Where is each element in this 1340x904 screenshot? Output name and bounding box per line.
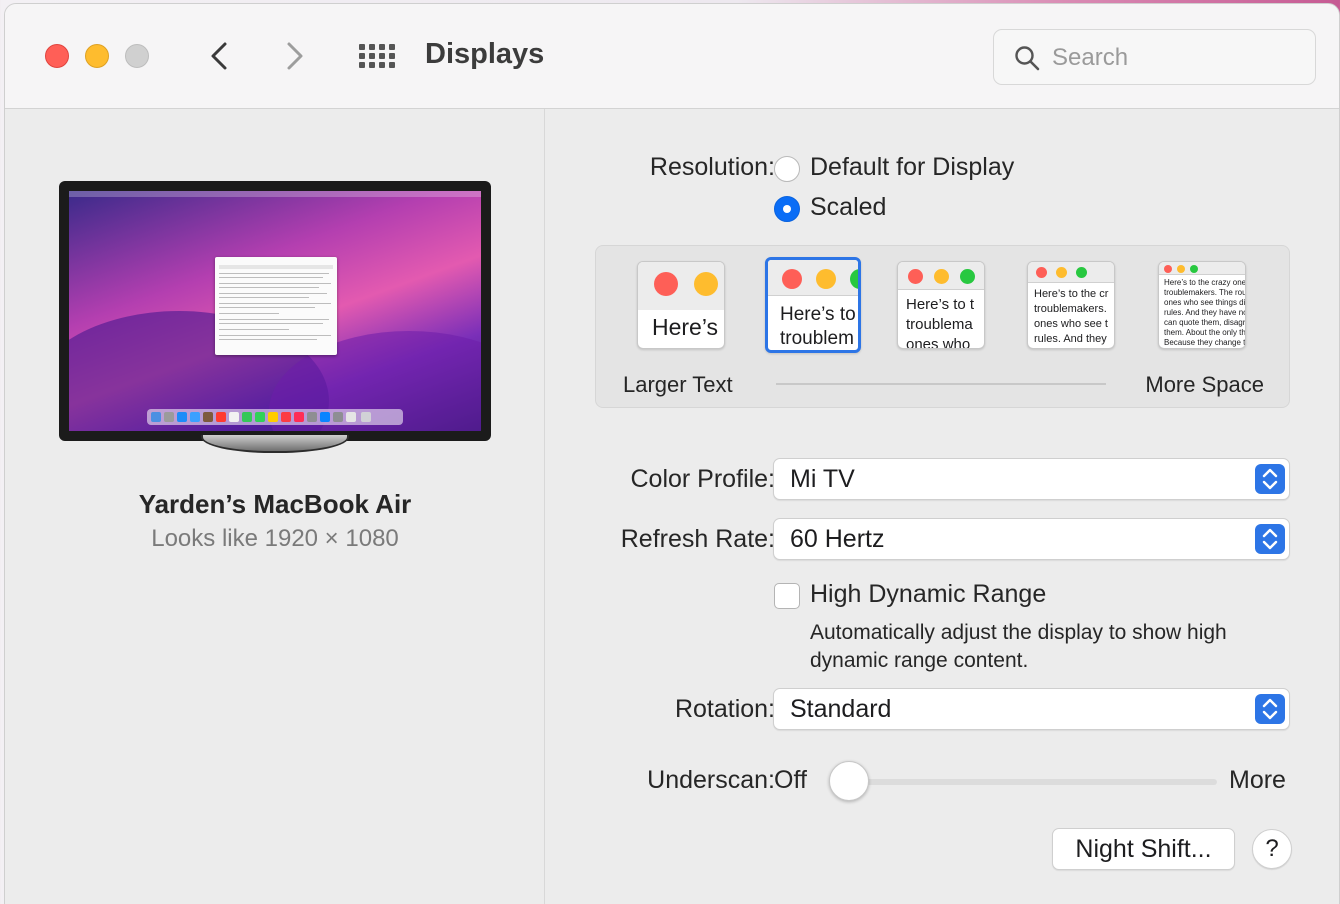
close-window-button[interactable] bbox=[45, 44, 69, 68]
color-profile-value: Mi TV bbox=[790, 465, 855, 493]
scaling-preview-text: troublemakers. bbox=[1034, 303, 1107, 315]
dock-preview bbox=[147, 409, 403, 425]
scaling-option-3[interactable]: Here’s to t troublema ones who bbox=[897, 261, 985, 349]
hdr-checkbox[interactable] bbox=[774, 583, 800, 609]
refresh-rate-value: 60 Hertz bbox=[790, 525, 885, 553]
window-title: Displays bbox=[425, 38, 545, 70]
scaling-preview-text: rules. And they have no bbox=[1164, 308, 1246, 317]
resolution-default-label[interactable]: Default for Display bbox=[810, 153, 1014, 182]
zoom-window-button[interactable] bbox=[125, 44, 149, 68]
scaling-option-2-selected[interactable]: Here’s to troublem bbox=[765, 257, 861, 353]
monitor-image bbox=[59, 181, 491, 456]
scaling-preview-text: them. About the only th bbox=[1164, 328, 1246, 337]
resolution-default-radio[interactable] bbox=[774, 156, 800, 182]
underscan-more-label: More bbox=[1229, 766, 1286, 794]
more-space-label: More Space bbox=[1145, 372, 1264, 397]
underscan-off-label: Off bbox=[774, 766, 807, 794]
document-window-preview bbox=[215, 257, 337, 355]
rotation-value: Standard bbox=[790, 695, 892, 723]
resolution-scaled-radio[interactable] bbox=[774, 196, 800, 222]
hdr-description-line1: Automatically adjust the display to show… bbox=[810, 621, 1227, 644]
resolution-label: Resolution: bbox=[649, 153, 775, 181]
search-field[interactable] bbox=[993, 29, 1316, 85]
hdr-label[interactable]: High Dynamic Range bbox=[810, 580, 1046, 609]
chevron-right-icon bbox=[287, 42, 303, 70]
title-bar: Displays bbox=[5, 4, 1339, 109]
scaling-option-more-space[interactable]: Here’s to the crazy one troublemakers. T… bbox=[1158, 261, 1246, 349]
scaling-preview-text: Here’s to the cr bbox=[1034, 288, 1109, 300]
minimize-window-button[interactable] bbox=[85, 44, 109, 68]
scaling-preview-text: Here’s to the crazy one bbox=[1164, 278, 1246, 287]
monitor-bezel bbox=[59, 181, 491, 441]
desktop-wallpaper-preview bbox=[69, 191, 481, 431]
scaling-preview-text: troublema bbox=[906, 316, 973, 333]
back-button[interactable] bbox=[201, 38, 237, 74]
popup-stepper-icon bbox=[1255, 464, 1285, 494]
system-preferences-window: Displays Search Yarden’s MacBook Air Loo… bbox=[4, 3, 1340, 904]
color-profile-popup[interactable]: Mi TV bbox=[773, 458, 1290, 500]
display-preview-pane: Yarden’s MacBook Air Looks like 1920 × 1… bbox=[5, 109, 545, 904]
monitor-stand bbox=[201, 435, 349, 453]
scaling-option-4[interactable]: Here’s to the cr troublemakers. ones who… bbox=[1027, 261, 1115, 349]
night-shift-button[interactable]: Night Shift... bbox=[1052, 828, 1235, 870]
scaling-preview-text: can quote them, disagre bbox=[1164, 318, 1246, 327]
scaling-option-larger-text[interactable]: Here’s bbox=[637, 261, 725, 349]
forward-button[interactable] bbox=[277, 38, 313, 74]
scaling-preview-text: Because they change th bbox=[1164, 338, 1246, 347]
scaling-preview-text: ones who see things dif bbox=[1164, 298, 1246, 307]
underscan-label: Underscan: bbox=[647, 766, 775, 794]
scaling-preview-text: ones who see t bbox=[1034, 318, 1108, 330]
scaling-preview-text: Here’s bbox=[652, 314, 719, 340]
chevron-left-icon bbox=[211, 42, 227, 70]
larger-text-label: Larger Text bbox=[623, 372, 733, 397]
hdr-description-line2: dynamic range content. bbox=[810, 649, 1029, 672]
scaling-preview-text: Here’s to t bbox=[906, 296, 975, 313]
color-profile-label: Color Profile: bbox=[630, 465, 776, 493]
underscan-slider-knob[interactable] bbox=[829, 761, 869, 801]
popup-stepper-icon bbox=[1255, 694, 1285, 724]
scaling-preview-text: troublem bbox=[780, 328, 854, 349]
display-settings-pane: Resolution: Default for Display Scaled H… bbox=[545, 109, 1339, 904]
scaling-preview-text: rules. And they bbox=[1034, 333, 1107, 345]
scaling-preview-text: Here’s to bbox=[780, 304, 856, 325]
device-name: Yarden’s MacBook Air bbox=[138, 489, 412, 519]
rotation-popup[interactable]: Standard bbox=[773, 688, 1290, 730]
rotation-label: Rotation: bbox=[674, 695, 775, 723]
menubar-preview bbox=[69, 191, 481, 197]
show-all-grid-button[interactable] bbox=[357, 40, 397, 72]
refresh-rate-label: Refresh Rate: bbox=[620, 525, 775, 553]
underscan-slider-track[interactable] bbox=[845, 779, 1217, 785]
refresh-rate-popup[interactable]: 60 Hertz bbox=[773, 518, 1290, 560]
search-input[interactable] bbox=[1052, 42, 1292, 74]
scaling-options-panel: Here’s Here’s to troublem Here’s to t tr… bbox=[595, 245, 1290, 408]
device-resolution-text: Looks like 1920 × 1080 bbox=[151, 525, 399, 552]
scaling-track bbox=[776, 383, 1106, 385]
help-button[interactable]: ? bbox=[1252, 829, 1292, 869]
scaling-preview-text: troublemakers. The rou bbox=[1164, 288, 1246, 297]
scaling-preview-text: ones who bbox=[906, 336, 971, 349]
popup-stepper-icon bbox=[1255, 524, 1285, 554]
search-icon bbox=[1015, 46, 1040, 71]
resolution-scaled-label[interactable]: Scaled bbox=[810, 193, 886, 222]
